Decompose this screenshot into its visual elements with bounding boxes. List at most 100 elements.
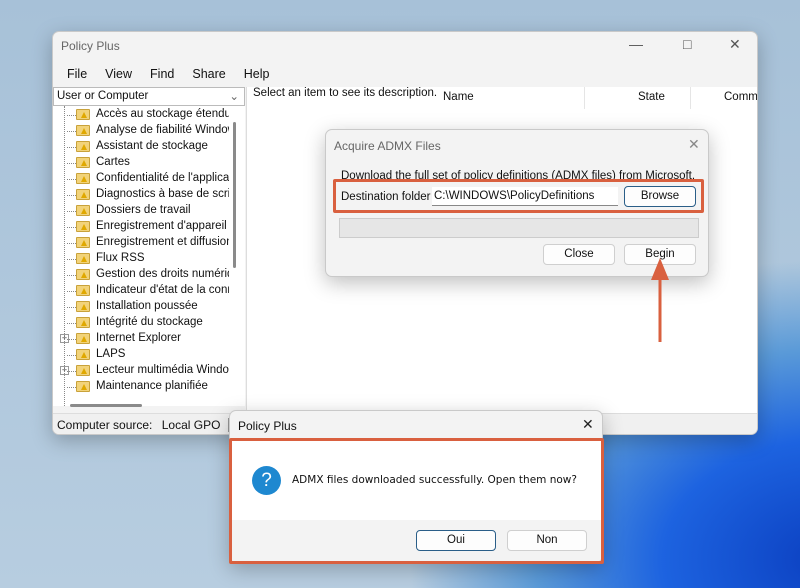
tree-item-label: LAPS (96, 348, 126, 360)
menu-help[interactable]: Help (244, 67, 270, 81)
tree-item-label: Confidentialité de l'application (96, 172, 229, 184)
tree-item[interactable]: Intégrité du stockage (53, 315, 229, 331)
tree-item-label: Analyse de fiabilité Windows (96, 124, 229, 136)
tree-item[interactable]: Confidentialité de l'application (53, 171, 229, 187)
tree-item-label: Gestion des droits numériques (96, 268, 229, 280)
folder-icon (76, 125, 90, 136)
folder-icon (76, 317, 90, 328)
menu-share[interactable]: Share (192, 67, 225, 81)
minimize-button[interactable]: — (629, 36, 643, 52)
window-title: Policy Plus (61, 39, 120, 53)
description-text: Select an item to see its description. (253, 87, 438, 99)
tree-item-label: Indicateur d'état de la connectivité (96, 284, 229, 296)
tree-connector (67, 163, 76, 164)
computer-source-label: Computer source: (57, 418, 153, 432)
tree-connector (67, 211, 76, 212)
tree-connector (67, 259, 76, 260)
scope-combo-value: User or Computer (57, 90, 149, 102)
folder-icon (76, 157, 90, 168)
tree-connector (67, 371, 76, 372)
dialog-title: Acquire ADMX Files (334, 139, 441, 153)
tree-item[interactable]: Diagnostics à base de scripts (53, 187, 229, 203)
menu-file[interactable]: File (67, 67, 87, 81)
tree-item[interactable]: Analyse de fiabilité Windows (53, 123, 229, 139)
menu-find[interactable]: Find (150, 67, 174, 81)
category-tree[interactable]: Accès au stockage étendu Analyse de fiabi… (53, 106, 245, 406)
tree-item-label: Enregistrement et diffusion de jeux (96, 236, 229, 248)
folder-icon (76, 381, 90, 392)
tree-connector (67, 243, 76, 244)
folder-icon (76, 189, 90, 200)
download-progress-bar (339, 218, 699, 238)
column-divider[interactable] (584, 87, 585, 109)
tree-connector (67, 227, 76, 228)
tree-connector (67, 115, 76, 116)
computer-source-value: Local GPO (161, 418, 221, 432)
folder-icon (76, 221, 90, 232)
tree-item[interactable]: Flux RSS (53, 251, 229, 267)
tree-item[interactable]: Enregistrement d'appareil (53, 219, 229, 235)
tree-connector (67, 179, 76, 180)
folder-icon (76, 173, 90, 184)
folder-icon (76, 269, 90, 280)
column-comment[interactable]: Comment (724, 91, 757, 103)
folder-icon (76, 141, 90, 152)
tree-item-label: Installation poussée (96, 300, 198, 312)
tree-item-label: Lecteur multimédia Windows (96, 364, 229, 376)
scope-combo[interactable]: User or Computer ⌄ (53, 87, 245, 106)
tree-item[interactable]: Cartes (53, 155, 229, 171)
column-name[interactable]: Name (443, 91, 474, 103)
tree-item[interactable]: Gestion des droits numériques (53, 267, 229, 283)
highlight-box-folder (333, 179, 704, 213)
tree-item-label: Assistant de stockage (96, 140, 208, 152)
folder-icon (76, 237, 90, 248)
tree-item[interactable]: Dossiers de travail (53, 203, 229, 219)
tree-connector (67, 323, 76, 324)
folder-icon (76, 109, 90, 120)
tree-item[interactable]: Indicateur d'état de la connectivité (53, 283, 229, 299)
folder-icon (76, 253, 90, 264)
tree-connector (67, 387, 76, 388)
tree-connector (67, 339, 76, 340)
tree-item-label: Dossiers de travail (96, 204, 191, 216)
tree-item[interactable]: Enregistrement et diffusion de jeux (53, 235, 229, 251)
column-state[interactable]: State (638, 91, 665, 103)
close-icon[interactable]: ✕ (688, 136, 700, 153)
folder-icon (76, 349, 90, 360)
folder-icon (76, 205, 90, 216)
close-icon[interactable]: ✕ (582, 416, 594, 433)
message-box-title: Policy Plus (238, 419, 297, 433)
tree-item[interactable]: + Lecteur multimédia Windows (53, 363, 229, 379)
tree-item[interactable]: Accès au stockage étendu (53, 107, 229, 123)
close-dialog-button[interactable]: Close (543, 244, 615, 265)
tree-connector (67, 195, 76, 196)
tree-item-label: Intégrité du stockage (96, 316, 203, 328)
tree-item-label: Enregistrement d'appareil (96, 220, 227, 232)
tree-vertical-scrollbar[interactable] (233, 122, 236, 268)
tree-connector (67, 147, 76, 148)
tree-item-label: Diagnostics à base de scripts (96, 188, 229, 200)
highlight-box-message (229, 438, 604, 564)
maximize-button[interactable]: □ (683, 36, 691, 52)
chevron-down-icon: ⌄ (229, 91, 239, 103)
menu-bar: File View Find Share Help (67, 67, 269, 81)
tree-item[interactable]: + Internet Explorer (53, 331, 229, 347)
tree-horizontal-scrollbar[interactable] (70, 404, 142, 407)
tree-item-label: Cartes (96, 156, 130, 168)
folder-icon (76, 333, 90, 344)
arrow-up-icon (651, 258, 669, 342)
column-divider[interactable] (690, 87, 691, 109)
tree-item-label: Internet Explorer (96, 332, 182, 344)
folder-icon (76, 301, 90, 312)
tree-connector (67, 291, 76, 292)
tree-item[interactable]: LAPS (53, 347, 229, 363)
tree-item[interactable]: Installation poussée (53, 299, 229, 315)
tree-item-label: Flux RSS (96, 252, 145, 264)
tree-item[interactable]: Assistant de stockage (53, 139, 229, 155)
tree-connector (67, 355, 76, 356)
menu-view[interactable]: View (105, 67, 132, 81)
tree-line (64, 106, 65, 406)
tree-connector (67, 275, 76, 276)
tree-item[interactable]: Maintenance planifiée (53, 379, 229, 395)
close-button[interactable]: ✕ (729, 36, 741, 53)
